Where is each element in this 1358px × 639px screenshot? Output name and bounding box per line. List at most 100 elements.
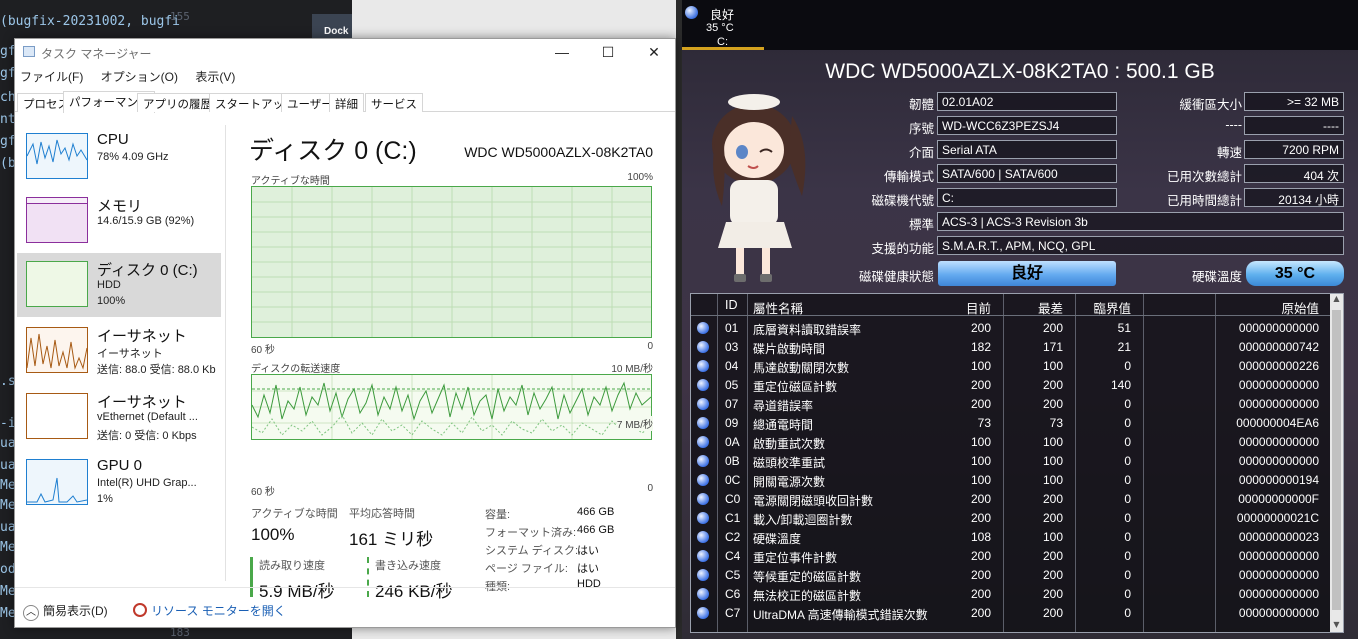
table-row[interactable]: 03 碟片啟動時間 182 171 21 000000000742 — [691, 337, 1331, 356]
header-raw-value[interactable]: 原始值 — [1281, 298, 1319, 317]
crystaldiskinfo-window: 良好 35 °C C: WDC WD5000AZLX-08K2TA0 : 500… — [682, 0, 1358, 639]
resource-item-ethernet-1[interactable]: イーサネット イーサネット 送信: 88.0 受信: 88.0 Kb — [17, 319, 221, 383]
attr-worst: 200 — [1042, 492, 1063, 506]
resource-monitor-label: リソース モニターを開く — [151, 604, 286, 618]
attr-name: 載入/卸載迴圈計數 — [753, 513, 853, 527]
table-row[interactable]: 05 重定位磁區計數 200 200 140 000000000000 — [691, 375, 1331, 394]
table-row[interactable]: 09 總通電時間 73 73 0 000000004EA6 — [691, 413, 1331, 432]
resource-item-disk-0[interactable]: ディスク 0 (C:) HDD 100% — [17, 253, 221, 317]
rotation-rate-value: 7200 RPM — [1244, 140, 1344, 159]
drive-tab-letter: C: — [717, 36, 728, 48]
attr-raw: 000000000000 — [1238, 587, 1319, 601]
title-bar[interactable]: タスク マネージャー — ☐ ✕ — [15, 39, 675, 66]
attr-name: 開關電源次數 — [753, 475, 826, 489]
disk-thumbnail — [26, 261, 88, 307]
health-status-button[interactable]: 良好 — [938, 261, 1116, 286]
drive-title: WDC WD5000AZLX-08K2TA0 : 500.1 GB — [825, 60, 1215, 83]
attr-threshold: 21 — [1117, 340, 1131, 354]
scrollbar-thumb[interactable] — [1332, 310, 1341, 610]
header-attribute-name[interactable]: 屬性名稱 — [753, 298, 803, 317]
attr-current: 200 — [970, 549, 991, 563]
attr-id: 0C — [725, 473, 741, 487]
status-dot-icon — [697, 398, 709, 410]
table-row[interactable]: C2 硬碟溫度 108 100 0 000000000023 — [691, 527, 1331, 546]
attr-id: 07 — [725, 397, 739, 411]
resource-item-gpu-0[interactable]: GPU 0 Intel(R) UHD Grap... 1% — [17, 451, 221, 515]
menu-options[interactable]: オプション(O) — [101, 70, 178, 84]
table-row[interactable]: 0C 開關電源次數 100 100 0 000000000194 — [691, 470, 1331, 489]
table-row[interactable]: 0B 磁頭校準重試 100 100 0 000000000000 — [691, 451, 1331, 470]
attr-id: 0A — [725, 435, 740, 449]
menu-file[interactable]: ファイル(F) — [20, 70, 83, 84]
drive-tab-bar: 良好 35 °C C: — [682, 0, 1358, 50]
tab-details[interactable]: 詳細 — [329, 93, 364, 112]
features-value: S.M.A.R.T., APM, NCQ, GPL — [937, 236, 1344, 255]
tab-app-history[interactable]: アプリの履歴 — [137, 93, 218, 112]
attr-id: C7 — [725, 606, 741, 620]
task-manager-window: タスク マネージャー — ☐ ✕ ファイル(F) オプション(O) 表示(V) … — [14, 38, 676, 628]
attr-raw: 00000000000F — [1238, 492, 1319, 506]
attr-raw: 00000000021C — [1236, 511, 1319, 525]
attr-name: 等候重定的磁區計數 — [753, 570, 862, 584]
header-current[interactable]: 目前 — [966, 298, 991, 317]
attr-worst: 200 — [1042, 397, 1063, 411]
disk-detail-pane: ディスク 0 (C:) WDC WD5000AZLX-08K2TA0 アクティブ… — [249, 125, 659, 601]
write-speed-label: 書き込み速度 — [375, 560, 441, 572]
table-row[interactable]: 04 馬達啟動關閉次數 100 100 0 000000000226 — [691, 356, 1331, 375]
fewer-details-button[interactable]: ︿ 簡易表示(D) — [23, 602, 108, 621]
attr-name: 無法校正的磁區計數 — [753, 589, 862, 603]
header-worst[interactable]: 最差 — [1038, 298, 1063, 317]
scroll-up-icon[interactable]: ▲ — [1330, 294, 1343, 308]
table-row[interactable]: C5 等候重定的磁區計數 200 200 0 000000000000 — [691, 565, 1331, 584]
table-row[interactable]: C4 重定位事件計數 200 200 0 000000000000 — [691, 546, 1331, 565]
status-dot-icon — [697, 417, 709, 429]
header-id[interactable]: ID — [725, 298, 738, 312]
resource-monitor-link[interactable]: リソース モニターを開く — [133, 602, 286, 619]
temperature-button[interactable]: 35 °C — [1246, 261, 1344, 286]
table-row[interactable]: C6 無法校正的磁區計數 200 200 0 000000000000 — [691, 584, 1331, 603]
attr-name: 碟片啟動時間 — [753, 342, 826, 356]
status-dot-icon — [697, 550, 709, 562]
attr-raw: 000000000226 — [1238, 359, 1319, 373]
attr-name: 電源關閉磁頭收回計數 — [753, 494, 874, 508]
attr-threshold: 0 — [1124, 511, 1131, 525]
attr-name: 硬碟溫度 — [753, 532, 802, 546]
scroll-down-icon[interactable]: ▼ — [1330, 620, 1343, 632]
cpu-thumbnail — [26, 133, 88, 179]
table-row[interactable]: C0 電源關閉磁頭收回計數 200 200 0 00000000000F — [691, 489, 1331, 508]
table-row[interactable]: 07 尋道錯誤率 200 200 0 000000000000 — [691, 394, 1331, 413]
table-scrollbar[interactable]: ▲ ▼ — [1330, 294, 1343, 632]
active-time-label: アクティブな時間 — [251, 508, 338, 520]
table-row[interactable]: C1 載入/卸載迴圈計數 200 200 0 00000000021C — [691, 508, 1331, 527]
attr-raw: 000000000000 — [1238, 549, 1319, 563]
resource-item-cpu[interactable]: CPU 78% 4.09 GHz — [17, 125, 221, 189]
attr-worst: 100 — [1042, 530, 1063, 544]
close-button[interactable]: ✕ — [631, 39, 677, 66]
table-row[interactable]: 01 底層資料讀取錯誤率 200 200 51 000000000000 — [691, 318, 1331, 337]
disk-heading: ディスク 0 (C:) — [249, 137, 417, 165]
resource-item-ethernet-2[interactable]: イーサネット vEthernet (Default ... 送信: 0 受信: … — [17, 385, 221, 449]
table-row[interactable]: C7 UltraDMA 高速傳輸模式錯誤次數 200 200 0 000000000000 — [691, 603, 1331, 622]
attr-threshold: 0 — [1124, 549, 1131, 563]
attr-raw: 000000000000 — [1238, 397, 1319, 411]
active-time-fill — [252, 187, 651, 337]
attr-current: 200 — [970, 606, 991, 620]
resource-item-memory[interactable]: メモリ 14.6/15.9 GB (92%) — [17, 189, 221, 253]
header-threshold[interactable]: 臨界值 — [1093, 298, 1131, 317]
maximize-button[interactable]: ☐ — [585, 39, 631, 66]
memory-thumbnail — [26, 197, 88, 243]
attr-worst: 200 — [1042, 606, 1063, 620]
minimize-button[interactable]: — — [539, 39, 585, 66]
attr-id: 01 — [725, 321, 739, 335]
drive-tab-c[interactable]: 良好 35 °C C: — [682, 0, 764, 50]
footer-bar: ︿ 簡易表示(D) リソース モニターを開く — [15, 587, 675, 627]
attr-current: 73 — [977, 416, 991, 430]
memory-usage: 14.6/15.9 GB (92%) — [97, 215, 195, 227]
transfer-line-label: 7 MB/秒 — [616, 416, 653, 431]
attr-raw: 000000000000 — [1238, 435, 1319, 449]
pane-divider — [225, 125, 226, 581]
table-row[interactable]: 0A 啟動重試次數 100 100 0 000000000000 — [691, 432, 1331, 451]
menu-view[interactable]: 表示(V) — [195, 70, 235, 84]
status-dot-icon — [697, 455, 709, 467]
tab-services[interactable]: サービス — [365, 93, 423, 112]
